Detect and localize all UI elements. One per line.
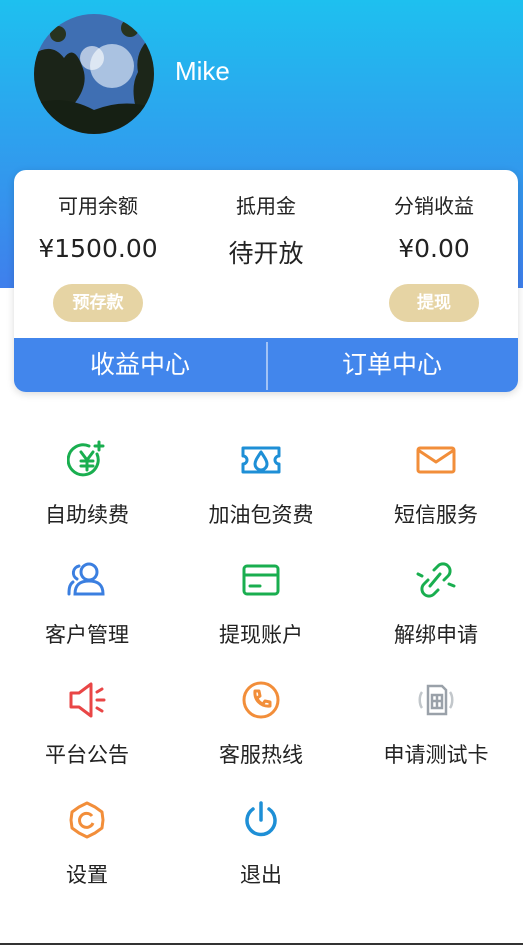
credit-value: 待开放 <box>228 239 304 268</box>
envelope-icon <box>416 440 456 480</box>
menu-item-sms-service[interactable]: 短信服务 <box>349 426 523 536</box>
withdraw-button[interactable]: 提现 <box>389 284 479 322</box>
available-balance-value: ¥1500.00 <box>38 234 158 263</box>
commission-value: ¥0.00 <box>398 234 470 263</box>
phone-icon <box>241 680 281 720</box>
menu-label: 申请测试卡 <box>383 743 489 767</box>
menu-item-customer-management[interactable]: 客户管理 <box>0 546 174 656</box>
menu-label: 客户管理 <box>45 623 129 647</box>
menu-label: 平台公告 <box>45 743 129 767</box>
menu-item-announcement[interactable]: 平台公告 <box>0 666 174 776</box>
avatar[interactable] <box>34 14 154 134</box>
sim-card-icon <box>416 680 456 720</box>
bottom-divider <box>0 943 523 945</box>
power-icon <box>241 800 281 840</box>
deposit-button[interactable]: 预存款 <box>53 284 143 322</box>
available-balance-label: 可用余额 <box>58 194 138 218</box>
commission-label: 分销收益 <box>394 194 474 218</box>
menu-label: 客服热线 <box>219 743 303 767</box>
menu-item-withdrawal-account[interactable]: 提现账户 <box>174 546 348 656</box>
menu-item-data-package[interactable]: 加油包资费 <box>174 426 348 536</box>
gear-icon <box>67 800 107 840</box>
menu-item-unbind-request[interactable]: 解绑申请 <box>349 546 523 656</box>
ticket-icon <box>241 440 281 480</box>
balance-card: 可用余额 ¥1500.00 预存款 抵用金 待开放 分销收益 ¥0.00 提现 … <box>14 170 518 392</box>
menu-label: 设置 <box>66 863 108 887</box>
megaphone-icon <box>67 680 107 720</box>
menu-item-test-card[interactable]: 申请测试卡 <box>349 666 523 776</box>
menu-label: 短信服务 <box>394 503 478 527</box>
users-icon <box>67 560 107 600</box>
menu-item-settings[interactable]: 设置 <box>0 786 174 896</box>
menu-item-logout[interactable]: 退出 <box>174 786 348 896</box>
menu-item-hotline[interactable]: 客服热线 <box>174 666 348 776</box>
yuan-plus-icon <box>66 440 107 480</box>
menu-label: 提现账户 <box>219 623 303 647</box>
card-tab-bar: 收益中心 订单中心 <box>14 338 518 392</box>
menu-label: 解绑申请 <box>394 623 478 647</box>
menu-label: 退出 <box>240 863 282 887</box>
menu-label: 加油包资费 <box>208 503 314 527</box>
menu-item-self-renewal[interactable]: 自助续费 <box>0 426 174 536</box>
username: Mike <box>175 56 230 86</box>
menu-label: 自助续费 <box>45 503 129 527</box>
income-center-button[interactable]: 收益中心 <box>14 338 266 392</box>
credit-label: 抵用金 <box>236 194 296 218</box>
card-icon <box>241 560 281 600</box>
order-center-button[interactable]: 订单中心 <box>266 338 518 392</box>
unlink-icon <box>416 560 456 600</box>
